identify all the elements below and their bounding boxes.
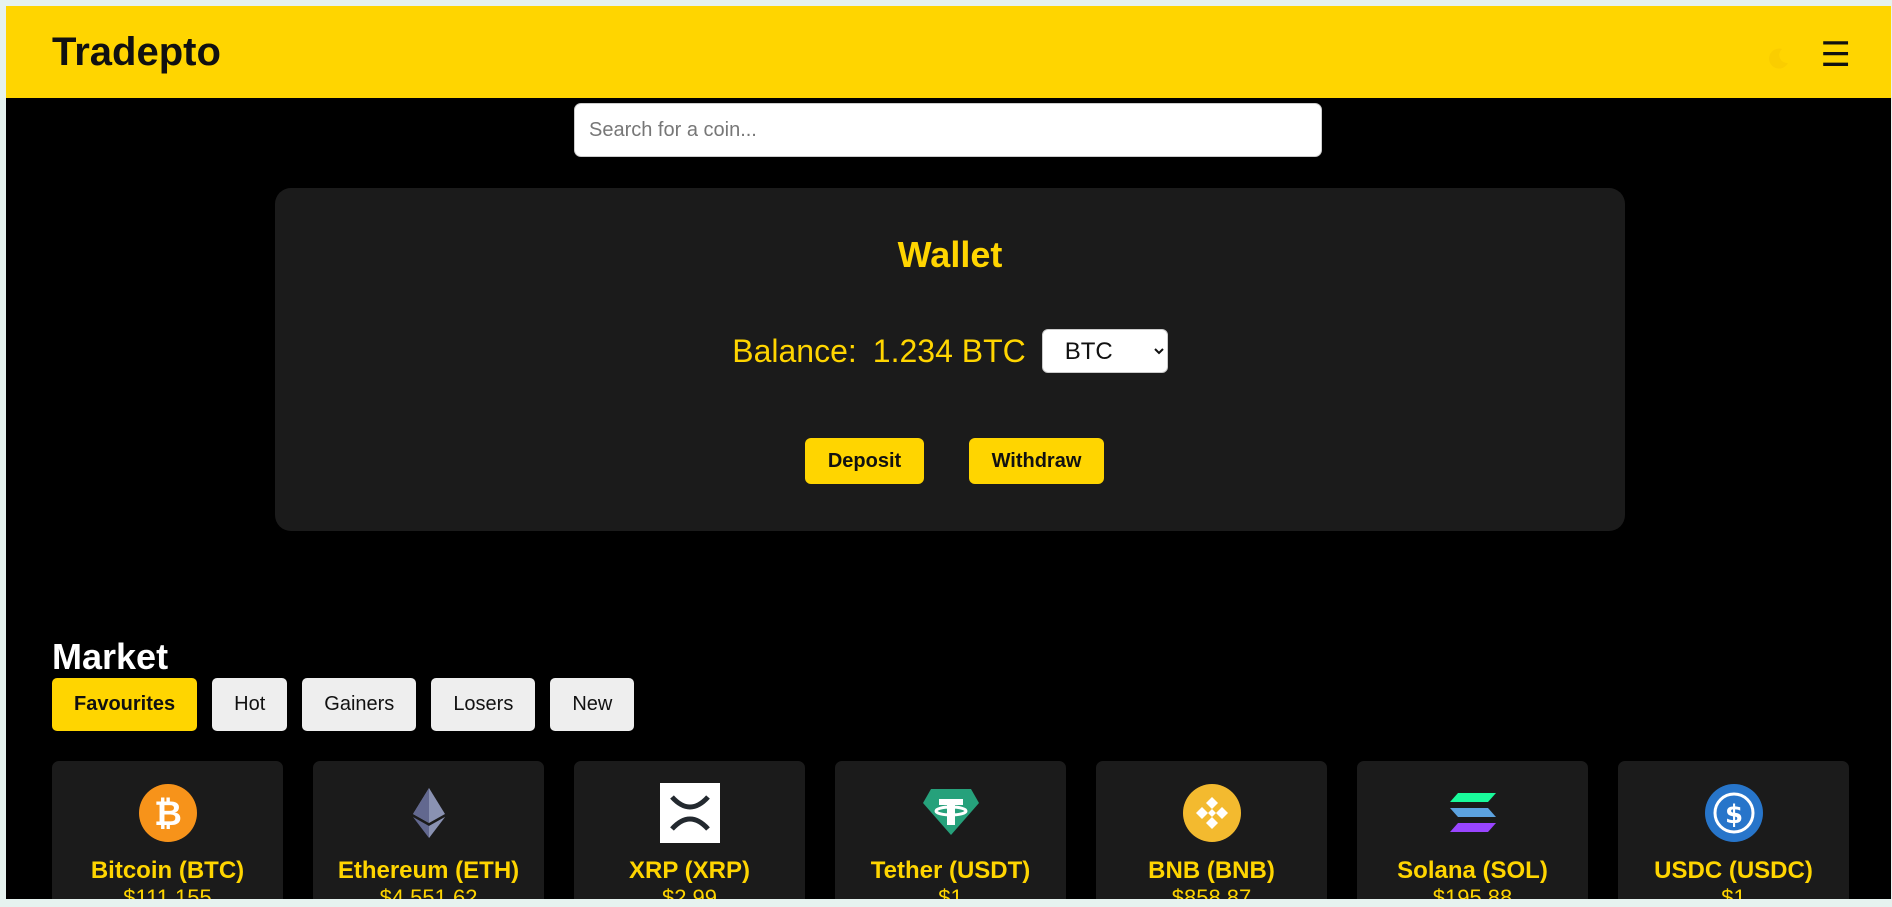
balance-value: 1.234 BTC bbox=[872, 332, 1026, 369]
solana-icon bbox=[1443, 783, 1503, 843]
balance-row: Balance: 1.234 BTC BTC bbox=[275, 328, 1625, 374]
coin-card-bitcoin[interactable]: ₿ Bitcoin (BTC) $111,155 bbox=[52, 761, 283, 899]
coin-card-bnb[interactable]: BNB (BNB) $858.87 bbox=[1096, 761, 1327, 899]
bnb-icon bbox=[1182, 783, 1242, 843]
coin-card-usdc[interactable]: $ USDC (USDC) $1 bbox=[1618, 761, 1849, 899]
deposit-button[interactable]: Deposit bbox=[805, 438, 924, 484]
coin-price: $1 bbox=[1721, 885, 1746, 899]
balance-label: Balance: bbox=[732, 332, 857, 369]
market-tabs: Favourites Hot Gainers Losers New bbox=[52, 678, 635, 731]
tab-hot[interactable]: Hot bbox=[212, 678, 288, 731]
market-title: Market bbox=[52, 636, 169, 677]
tab-gainers[interactable]: Gainers bbox=[302, 678, 417, 731]
withdraw-button[interactable]: Withdraw bbox=[969, 438, 1104, 484]
coin-card-xrp[interactable]: XRP (XRP) $2.99 bbox=[574, 761, 805, 899]
coin-card-solana[interactable]: Solana (SOL) $195.88 bbox=[1357, 761, 1588, 899]
coin-price: $2.99 bbox=[661, 885, 718, 899]
coin-price: $4,551.62 bbox=[379, 885, 478, 899]
coin-card-tether[interactable]: Tether (USDT) $1 bbox=[835, 761, 1066, 899]
wallet-title: Wallet bbox=[897, 234, 1003, 275]
coin-name: BNB (BNB) bbox=[1148, 857, 1275, 884]
coin-price: $111,155 bbox=[123, 885, 212, 899]
coin-name: Solana (SOL) bbox=[1397, 857, 1548, 884]
coin-name: Bitcoin (BTC) bbox=[90, 857, 245, 884]
svg-text:₿: ₿ bbox=[154, 794, 182, 834]
app-window: Tradepto ☰ Wallet Balance: 1.234 BTC BTC… bbox=[6, 6, 1891, 899]
coin-price: $1 bbox=[938, 885, 963, 899]
coin-name: Tether (USDT) bbox=[870, 857, 1031, 884]
coin-name: Ethereum (ETH) bbox=[337, 857, 520, 884]
xrp-icon bbox=[660, 783, 720, 843]
svg-text:$: $ bbox=[1725, 800, 1743, 830]
coin-name: XRP (XRP) bbox=[629, 857, 750, 884]
moon-icon[interactable] bbox=[1765, 46, 1791, 72]
coin-search-input[interactable] bbox=[574, 103, 1322, 157]
hamburger-menu-icon[interactable]: ☰ bbox=[1821, 38, 1851, 72]
wallet-panel: Wallet Balance: 1.234 BTC BTC Deposit Wi… bbox=[275, 188, 1625, 531]
currency-select[interactable]: BTC bbox=[1041, 329, 1168, 373]
top-header: Tradepto ☰ bbox=[6, 6, 1891, 98]
brand-logo-text[interactable]: Tradepto bbox=[52, 30, 221, 75]
tether-icon bbox=[921, 783, 981, 843]
tab-favourites[interactable]: Favourites bbox=[52, 678, 198, 731]
tab-losers[interactable]: Losers bbox=[431, 678, 536, 731]
coin-name: USDC (USDC) bbox=[1654, 857, 1813, 884]
bitcoin-icon: ₿ bbox=[138, 783, 198, 843]
coin-price: $195.88 bbox=[1432, 885, 1513, 899]
coin-card-list: ₿ Bitcoin (BTC) $111,155 Ethereum (ETH) … bbox=[52, 761, 1849, 899]
tab-new[interactable]: New bbox=[550, 678, 635, 731]
coin-price: $858.87 bbox=[1171, 885, 1252, 899]
coin-card-ethereum[interactable]: Ethereum (ETH) $4,551.62 bbox=[313, 761, 544, 899]
usdc-icon: $ bbox=[1704, 783, 1764, 843]
ethereum-icon bbox=[399, 783, 459, 843]
